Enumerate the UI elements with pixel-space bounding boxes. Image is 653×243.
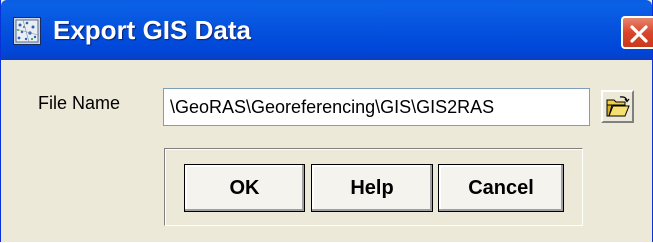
window-title: Export GIS Data xyxy=(53,15,251,45)
export-gis-data-dialog: Export GIS Data File Name \GeoRAS\Georef… xyxy=(0,0,653,242)
file-name-input[interactable]: \GeoRAS\Georeferencing\GIS\GIS2RAS xyxy=(163,88,590,126)
help-button[interactable]: Help xyxy=(311,164,433,212)
ok-button[interactable]: OK xyxy=(184,164,305,212)
file-name-label: File Name xyxy=(38,93,121,113)
open-folder-icon xyxy=(606,96,630,117)
browse-button[interactable] xyxy=(601,90,634,123)
map-grid-icon xyxy=(13,17,41,45)
close-icon xyxy=(630,25,648,43)
close-button[interactable] xyxy=(621,16,653,49)
title-bar[interactable]: Export GIS Data xyxy=(1,0,653,60)
cancel-button[interactable]: Cancel xyxy=(438,164,564,212)
